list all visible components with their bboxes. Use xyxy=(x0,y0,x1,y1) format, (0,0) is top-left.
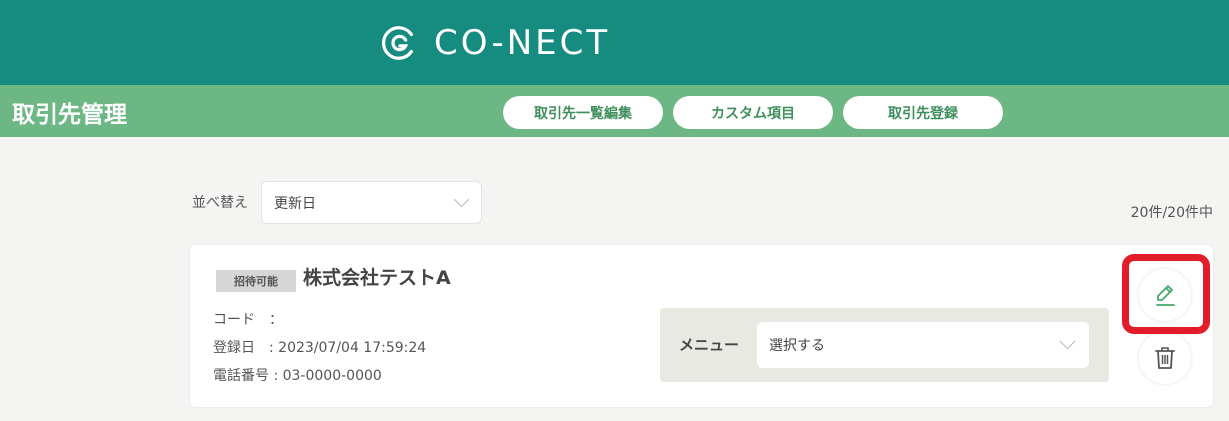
edit-button-highlight xyxy=(1122,254,1210,334)
sort-select[interactable]: 更新日 xyxy=(261,181,482,224)
menu-panel: メニュー 選択する xyxy=(660,308,1109,382)
menu-select[interactable]: 選択する xyxy=(757,322,1089,368)
chevron-down-icon xyxy=(453,191,470,208)
custom-fields-button[interactable]: カスタム項目 xyxy=(673,96,833,129)
result-count: 20件/20件中 xyxy=(1130,205,1213,221)
sort-label: 並べ替え xyxy=(192,195,248,211)
register-client-button[interactable]: 取引先登録 xyxy=(843,96,1003,129)
sub-header: 取引先管理 取引先一覧編集 カスタム項目 取引先登録 xyxy=(0,85,1229,137)
client-card: 招待可能 株式会社テストA コード ： 登録日 : 2023/07/04 17:… xyxy=(190,245,1213,407)
client-list-edit-button[interactable]: 取引先一覧編集 xyxy=(503,96,663,129)
sort-selected-value: 更新日 xyxy=(274,195,316,212)
app-header: CO-NECT xyxy=(0,0,1229,85)
chevron-down-icon xyxy=(1059,333,1076,350)
trash-icon xyxy=(1155,347,1175,369)
logo[interactable]: CO-NECT xyxy=(380,22,610,64)
registered-date-line: 登録日 : 2023/07/04 17:59:24 xyxy=(213,340,427,356)
code-line: コード ： xyxy=(213,312,283,328)
delete-button[interactable] xyxy=(1139,332,1191,384)
page-title: 取引先管理 xyxy=(12,102,127,128)
logo-text: CO-NECT xyxy=(434,23,611,63)
logo-mark-icon xyxy=(381,26,413,60)
status-badge: 招待可能 xyxy=(216,270,296,292)
menu-selected-value: 選択する xyxy=(769,338,825,354)
menu-label: メニュー xyxy=(679,336,740,354)
phone-line: 電話番号 : 03-0000-0000 xyxy=(213,368,382,384)
company-name[interactable]: 株式会社テストA xyxy=(303,263,451,290)
